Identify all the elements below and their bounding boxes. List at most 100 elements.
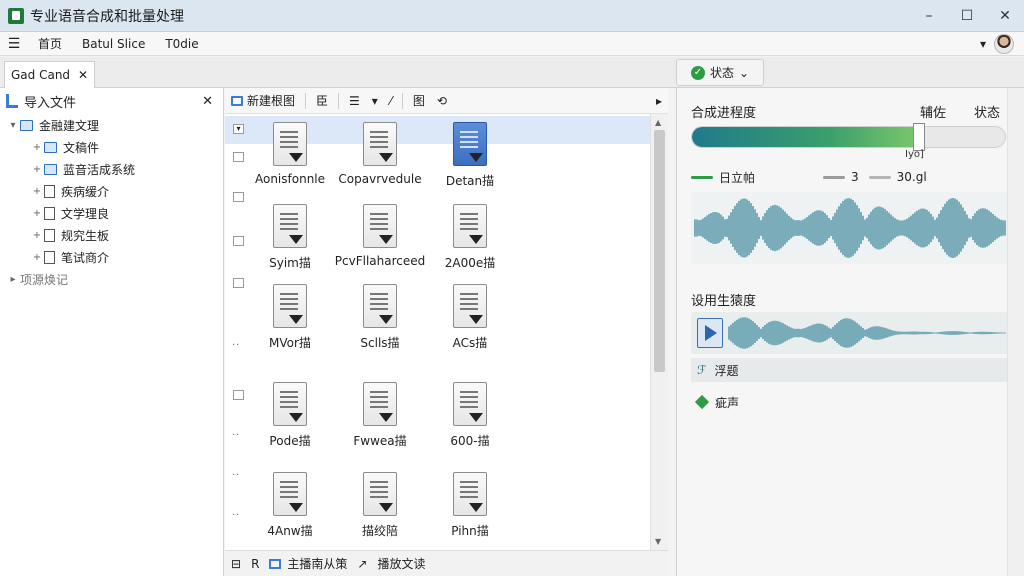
list-view-icon[interactable]: ☰ [343,94,366,108]
file-item[interactable]: Detan描 [415,122,525,189]
legend-swatch-0 [691,175,713,179]
tree-item[interactable]: + 文学理良 [0,202,223,224]
tree-item-label: 金融建文理 [39,118,100,133]
progress-slider-thumb[interactable] [913,123,925,151]
expand-icon[interactable]: + [30,252,44,263]
document-file-icon [453,284,487,328]
document-file-icon [273,472,307,516]
tab-status-label: 状态 [709,66,734,80]
tab-row: Gad Cand ✕ ✓ 状态 ⌄ [0,57,1024,88]
tab-document[interactable]: Gad Cand ✕ [4,61,96,88]
hamburger-menu-icon[interactable]: ☰ [0,36,28,52]
file-name: MVor描 [269,336,311,350]
tree-item-label: 文稿件 [63,140,100,155]
tree-item[interactable]: + 笔试商介 [0,246,223,268]
file-status-bar: ⊟ R 主播南从策 ↗ 播放文读 [225,550,668,576]
window-title: 专业语音合成和批量处理 [30,8,184,25]
tree-item[interactable]: + 文稿件 [0,136,223,158]
file-name: 600-描 [450,434,490,448]
waveform-preview[interactable] [691,312,1009,354]
new-root-button[interactable]: 新建根图 [225,92,301,109]
file-grid-scrollbar[interactable]: ▲ ▼ [650,114,668,550]
progress-heading: 合成进程度 [691,106,757,121]
status-label-secondary[interactable]: 播放文读 [377,555,425,572]
tree-item[interactable]: ▾ 金融建文理 [0,114,223,136]
document-file-icon [273,204,307,248]
arrow-icon: ↗ [357,556,368,571]
function-icon: ℱ [697,363,707,377]
edit-icon[interactable]: ⁄ [384,94,398,108]
expand-icon[interactable]: + [30,186,44,197]
waveform-main[interactable] [691,192,1009,264]
expand-icon[interactable]: + [30,142,44,153]
toolbar-divider [305,92,307,109]
menu-item-batch-slice[interactable]: Batul Slice [72,37,155,51]
close-panel-icon[interactable]: ✕ [202,94,213,109]
image-icon[interactable]: 图 [407,92,431,109]
avatar[interactable] [994,33,1014,54]
close-window-button[interactable]: ✕ [986,0,1024,32]
grid-icon [231,95,243,106]
refresh-icon[interactable]: ⟲ [431,94,453,108]
legend: 日立帕 3 30.gl [691,168,1011,186]
file-name: PcvFllaharceed [334,254,426,268]
minimize-button[interactable]: – [910,0,948,32]
file-item[interactable]: ACs描 [415,284,525,351]
file-name: ACs描 [452,336,488,350]
chevron-down-icon: ⌄ [738,65,750,80]
column-header-status: 状态 [974,106,1001,121]
tree-item[interactable]: + 蓝音活成系统 [0,158,223,180]
document-file-icon [453,122,487,166]
tab-status[interactable]: ✓ 状态 ⌄ [676,59,764,86]
folder-icon [20,119,33,131]
expand-icon[interactable]: + [30,164,44,175]
window-controls: – ☐ ✕ [910,0,1024,32]
chevron-right-icon[interactable]: ▸ [6,274,20,285]
menu-item-home[interactable]: 首页 [28,35,72,52]
view-dropdown-icon[interactable]: ▾ [366,94,384,108]
file-item[interactable]: Pihn描 [415,472,525,539]
collapse-icon[interactable]: ⊟ [225,557,247,571]
waveform-heading: 设用生猿度 [691,294,757,309]
legend-label-2: 30.gl [896,170,927,184]
doc-icon [44,184,55,198]
file-item[interactable]: 600-描 [415,382,525,449]
tab-close-icon[interactable]: ✕ [78,68,88,82]
status-label-primary[interactable]: 主播南从策 [287,555,347,572]
menu-item-tools[interactable]: T0die [155,37,208,51]
scroll-up-icon[interactable]: ▲ [655,118,661,127]
option-noise[interactable]: 疵声 [691,390,1007,414]
file-tree: ▾ 金融建文理 + 文稿件 + 蓝音活成系统 + 疾病缓介 + 文学理良 + 规究生板 + 笔试商介 ▸ 项源… [0,114,223,290]
account-dropdown-icon[interactable]: ▾ [980,37,986,51]
more-arrow-icon[interactable]: ▸ [650,94,668,108]
scroll-down-icon[interactable]: ▼ [655,537,661,546]
scrollbar-thumb[interactable] [654,130,665,372]
chevron-down-icon[interactable]: ▾ [6,120,20,131]
tree-item[interactable]: + 疾病缓介 [0,180,223,202]
tree-item[interactable]: ▸ 项源焕记 [0,268,223,290]
file-item[interactable]: 2A00e描 [415,204,525,271]
row-checkbox[interactable] [233,192,244,202]
tree-item[interactable]: + 规究生板 [0,224,223,246]
file-name: Fwwea描 [353,434,407,448]
rename-icon[interactable]: R [247,557,263,571]
image-doc-icon [44,250,55,264]
option-float[interactable]: ℱ 浮题 [691,358,1007,382]
preview-waveform [728,317,1006,349]
split-button[interactable]: 臣 [310,92,334,109]
account-area: ▾ [980,33,1014,54]
toolbar-divider [338,92,340,109]
expand-icon[interactable]: + [30,208,44,219]
panel-title: 导入文件 [24,95,77,111]
expand-icon[interactable]: + [30,230,44,241]
document-file-icon [363,382,397,426]
document-file-icon [363,122,397,166]
maximize-button[interactable]: ☐ [948,0,986,32]
folder-icon [44,163,57,175]
file-name: Syim描 [269,256,311,270]
doc-icon [44,228,55,242]
right-panel-scrollbar[interactable] [1007,88,1024,576]
document-file-icon [273,284,307,328]
legend-swatch-2 [868,175,891,179]
progress-slider[interactable] [691,126,1006,148]
